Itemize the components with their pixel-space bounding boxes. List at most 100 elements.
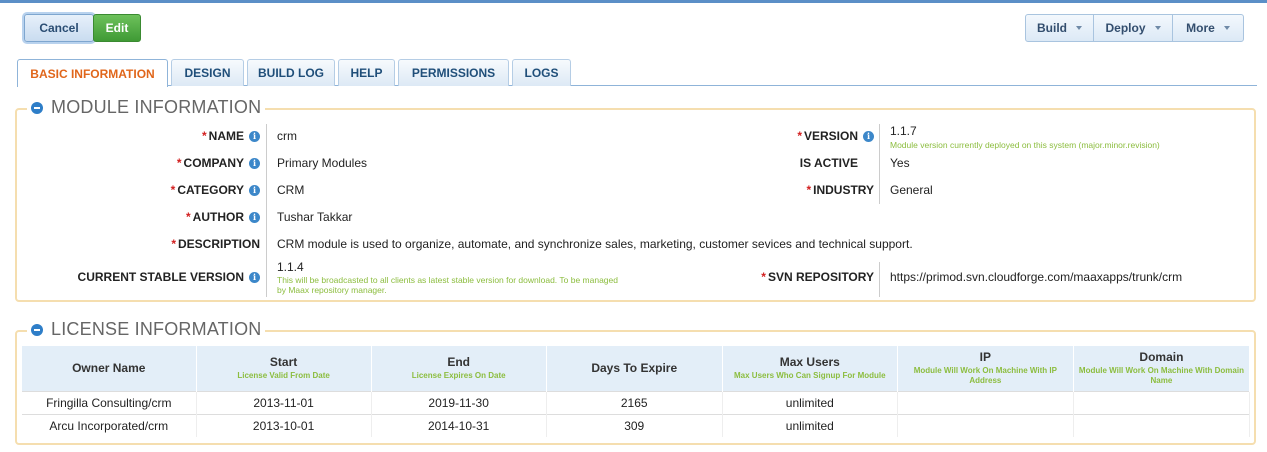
svn-repository-value: https://primod.svn.cloudforge.com/maaxap… [890, 270, 1183, 284]
column-header-end[interactable]: End License Expires On Date [371, 346, 547, 391]
ip-cell [897, 390, 1074, 414]
column-label: Start [269, 355, 298, 370]
tab-logs[interactable]: LOGS [512, 59, 571, 86]
author-label-text: AUTHOR [192, 210, 244, 224]
industry-label: * INDUSTRY [640, 182, 874, 198]
edit-button[interactable]: Edit [93, 14, 141, 42]
info-icon[interactable]: i [249, 184, 260, 196]
owner-name-cell: Fringilla Consulting/crm [22, 390, 197, 414]
column-header-domain[interactable]: Domain Module Will Work On Machine With D… [1073, 346, 1251, 391]
more-label: More [1186, 21, 1215, 35]
column-label: Domain [1139, 350, 1184, 365]
license-table: Owner Name Start License Valid From Date … [22, 346, 1251, 437]
is-active-label: IS ACTIVE [640, 155, 858, 171]
required-mark: * [761, 270, 766, 284]
category-label-text: CATEGORY [177, 183, 244, 197]
column-label: Max Users [779, 355, 840, 370]
end-cell: 2019-11-30 [371, 390, 547, 414]
column-sublabel: Module Will Work On Machine With Domain … [1078, 366, 1244, 386]
required-mark: * [806, 183, 812, 197]
table-row[interactable]: Arcu Incorporated/crm 2013-10-01 2014-10… [22, 413, 1251, 437]
start-cell: 2013-10-01 [196, 413, 372, 437]
required-mark: * [170, 183, 176, 197]
company-value: Primary Modules [277, 156, 368, 170]
column-sublabel: License Valid From Date [237, 371, 330, 381]
chevron-down-icon [1076, 26, 1082, 30]
column-label: IP [979, 350, 992, 365]
tab-permissions[interactable]: PERMISSIONS [398, 59, 509, 86]
name-value: crm [277, 129, 297, 143]
max-users-cell: unlimited [722, 413, 898, 437]
ip-cell [897, 413, 1074, 437]
version-value: 1.1.7 [890, 124, 917, 138]
info-icon[interactable]: i [249, 157, 260, 169]
column-header-days-to-expire[interactable]: Days To Expire [546, 346, 723, 391]
info-icon[interactable]: i [249, 271, 260, 283]
info-icon[interactable]: i [249, 211, 260, 223]
max-users-cell: unlimited [722, 390, 898, 414]
column-sublabel: Max Users Who Can Signup For Module [734, 371, 886, 381]
chevron-down-icon [1223, 26, 1230, 30]
required-mark: * [201, 129, 207, 143]
column-header-max-users[interactable]: Max Users Max Users Who Can Signup For Mo… [722, 346, 898, 391]
license-information-header[interactable]: LICENSE INFORMATION [27, 319, 266, 340]
toolbar: Cancel Edit Build Deploy More [0, 3, 1267, 53]
required-mark: * [176, 156, 182, 170]
deploy-dropdown-button[interactable]: Deploy [1094, 15, 1173, 41]
industry-value: General [890, 183, 933, 197]
tab-build-log[interactable]: BUILD LOG [247, 59, 335, 86]
action-button-group: Build Deploy More [1025, 14, 1244, 42]
required-mark: * [171, 237, 176, 251]
module-information-title: MODULE INFORMATION [51, 97, 262, 117]
column-header-ip[interactable]: IP Module Will Work On Machine With IP Ad… [897, 346, 1074, 391]
info-icon[interactable]: i [863, 130, 874, 142]
current-stable-version-label: CURRENT STABLE VERSION i [30, 269, 260, 285]
column-label: Days To Expire [591, 361, 678, 376]
description-value: CRM module is used to organize, automate… [277, 237, 913, 251]
column-label: Owner Name [72, 361, 146, 376]
category-label: * CATEGORY i [30, 182, 260, 198]
more-dropdown-button[interactable]: More [1173, 15, 1243, 41]
table-row[interactable]: Fringilla Consulting/crm 2013-11-01 2019… [22, 390, 1251, 414]
license-information-title: LICENSE INFORMATION [51, 319, 262, 339]
author-label: * AUTHOR i [30, 209, 260, 225]
label-divider-left [266, 124, 267, 297]
current-stable-version-hint: This will be broadcasted to all clients … [277, 275, 618, 295]
column-label: End [447, 355, 470, 370]
chevron-down-icon [1154, 26, 1161, 30]
tab-help[interactable]: HELP [338, 59, 395, 86]
name-label-text: NAME [208, 129, 244, 143]
tab-design[interactable]: DESIGN [171, 59, 244, 86]
cancel-button[interactable]: Cancel [24, 14, 94, 42]
column-header-start[interactable]: Start License Valid From Date [196, 346, 372, 391]
required-mark: * [797, 129, 802, 143]
svn-repository-label: * SVN REPOSITORY [640, 269, 874, 285]
domain-cell [1073, 390, 1251, 414]
collapse-icon[interactable] [31, 101, 43, 114]
start-cell: 2013-11-01 [196, 390, 372, 414]
owner-name-cell: Arcu Incorporated/crm [22, 413, 197, 437]
svn-repository-label-text: SVN REPOSITORY [767, 270, 874, 284]
info-icon[interactable]: i [249, 130, 260, 142]
build-label: Build [1037, 21, 1067, 35]
version-label: * VERSION i [640, 128, 874, 144]
is-active-label-text: IS ACTIVE [799, 156, 858, 170]
domain-cell [1073, 413, 1251, 437]
is-active-value: Yes [890, 156, 910, 170]
current-stable-version-value: 1.1.4 [277, 260, 304, 274]
collapse-icon[interactable] [31, 323, 43, 336]
module-information-header[interactable]: MODULE INFORMATION [27, 97, 266, 118]
days-to-expire-cell: 2165 [546, 390, 723, 414]
label-divider-right [879, 124, 880, 204]
required-mark: * [186, 210, 191, 224]
tab-basic-information[interactable]: BASIC INFORMATION [17, 59, 168, 87]
description-label-text: DESCRIPTION [177, 237, 260, 251]
days-to-expire-cell: 309 [546, 413, 723, 437]
build-dropdown-button[interactable]: Build [1026, 15, 1094, 41]
version-hint: Module version currently deployed on thi… [890, 140, 1160, 150]
label-divider-right-lower [879, 262, 880, 297]
deploy-label: Deploy [1105, 21, 1146, 35]
description-label: * DESCRIPTION [30, 236, 260, 252]
column-header-owner-name[interactable]: Owner Name [22, 346, 197, 391]
company-label: * COMPANY i [30, 155, 260, 171]
